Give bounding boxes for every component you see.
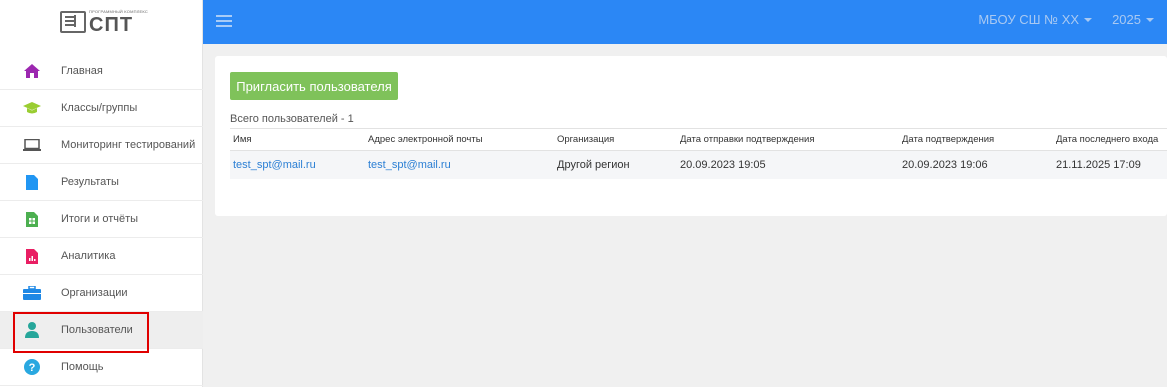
spreadsheet-icon — [22, 211, 42, 227]
sidebar-item-label: Организации — [61, 287, 128, 299]
sidebar-item-label: Итоги и отчёты — [61, 213, 139, 225]
sidebar-item-label: Мониторинг тестирований — [61, 139, 196, 151]
question-icon: ? — [22, 359, 42, 375]
sidebar-item-organizations[interactable]: Организации — [0, 275, 203, 312]
graduation-cap-icon — [22, 100, 42, 116]
confirmation-date: 20.09.2023 19:06 — [899, 150, 1053, 179]
document-icon — [22, 174, 42, 190]
organization-dropdown[interactable]: МБОУ СШ № ХХ — [978, 11, 1093, 27]
sidebar-item-results[interactable]: Результаты — [0, 164, 203, 201]
user-icon — [22, 322, 42, 338]
users-panel: Пригласить пользователя Всего пользовате… — [215, 56, 1167, 216]
last-login-date: 21.11.2025 17:09 — [1053, 150, 1167, 179]
sidebar-item-monitoring[interactable]: Мониторинг тестирований — [0, 127, 203, 164]
sidebar-item-label: Главная — [61, 65, 103, 77]
laptop-icon — [22, 137, 42, 153]
sidebar-item-help[interactable]: ? Помощь — [0, 349, 203, 386]
sidebar-item-label: Помощь — [61, 361, 104, 373]
sidebar-item-users[interactable]: Пользователи — [0, 312, 203, 353]
sidebar-item-label: Классы/группы — [61, 102, 138, 114]
users-table: Имя Адрес электронной почты Организация … — [230, 128, 1167, 179]
year-dropdown[interactable]: 2025 — [1112, 12, 1154, 27]
column-header[interactable]: Дата подтверждения — [899, 128, 1053, 151]
invite-user-button[interactable]: Пригласить пользователя — [230, 72, 398, 100]
briefcase-icon — [22, 285, 42, 301]
user-organization: Другой регион — [554, 150, 677, 179]
table-header-row: Имя Адрес электронной почты Организация … — [230, 128, 1167, 151]
sidebar-item-reports[interactable]: Итоги и отчёты — [0, 201, 203, 238]
sidebar: ПРОГРАММНЫЙ КОМПЛЕКС СПТ Главная Классы/… — [0, 0, 203, 387]
logo-icon — [60, 11, 87, 33]
organization-label: МБОУ СШ № ХХ — [978, 11, 1080, 27]
sidebar-item-analytics[interactable]: Аналитика — [0, 238, 203, 275]
logo[interactable]: ПРОГРАММНЫЙ КОМПЛЕКС СПТ — [0, 0, 202, 44]
top-bar: МБОУ СШ № ХХ 2025 — [203, 0, 1167, 44]
table-row[interactable]: test_spt@mail.ru test_spt@mail.ru Другой… — [230, 150, 1167, 179]
user-email-link[interactable]: test_spt@mail.ru — [365, 150, 554, 179]
sidebar-item-classes[interactable]: Классы/группы — [0, 90, 203, 127]
confirmation-sent-date: 20.09.2023 19:05 — [677, 150, 899, 179]
column-header[interactable]: Организация — [554, 128, 677, 151]
chart-document-icon — [22, 248, 42, 264]
sidebar-item-label: Пользователи — [61, 324, 133, 336]
logo-text: СПТ — [89, 13, 134, 36]
sidebar-item-home[interactable]: Главная — [0, 53, 203, 90]
home-icon — [22, 63, 42, 79]
column-header[interactable]: Дата последнего входа — [1053, 128, 1167, 151]
users-total: Всего пользователей - 1 — [230, 113, 354, 125]
column-header[interactable]: Адрес электронной почты — [365, 128, 554, 151]
column-header[interactable]: Имя — [230, 128, 365, 151]
sidebar-item-label: Аналитика — [61, 250, 116, 262]
sidebar-nav: Главная Классы/группы Мониторинг тестиро… — [0, 53, 203, 386]
menu-icon[interactable] — [216, 15, 232, 27]
user-name-link[interactable]: test_spt@mail.ru — [230, 150, 365, 179]
column-header[interactable]: Дата отправки подтверждения — [677, 128, 899, 151]
sidebar-item-label: Результаты — [61, 176, 119, 188]
chevron-down-icon — [1146, 18, 1154, 23]
chevron-down-icon — [1084, 18, 1093, 23]
year-label: 2025 — [1112, 11, 1141, 27]
svg-text:?: ? — [29, 362, 36, 374]
